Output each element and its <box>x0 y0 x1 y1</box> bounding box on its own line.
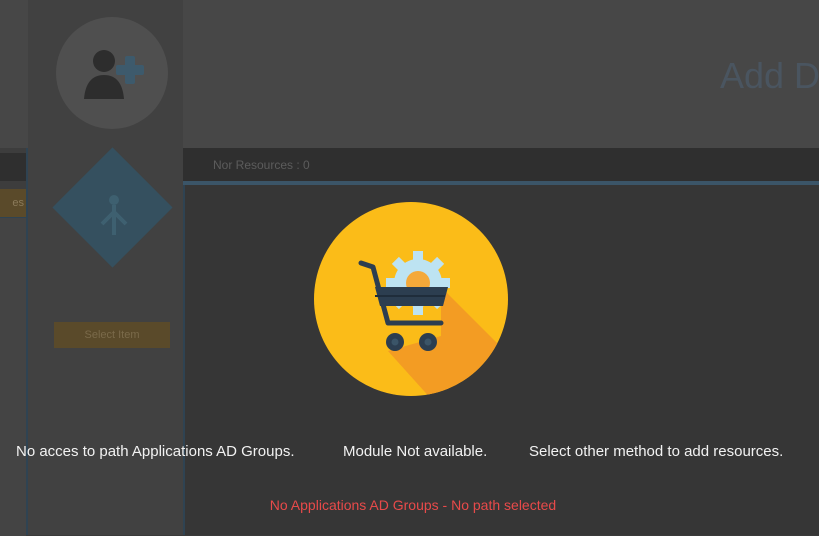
page-title: Add D <box>720 55 819 96</box>
strip-tab[interactable]: es <box>0 189 26 217</box>
strip-list <box>0 217 26 536</box>
add-user-icon <box>84 50 144 99</box>
error-message: No Applications AD Groups - No path sele… <box>269 497 557 513</box>
unavailable-message: No acces to path Applications AD Groups.… <box>0 443 819 463</box>
add-user-avatar[interactable] <box>56 17 168 129</box>
shopping-cart-gear-icon <box>314 202 508 396</box>
module-unavailable-message: Module Not available. <box>343 443 488 460</box>
strip-header <box>0 153 26 181</box>
ad-group-glyph-icon <box>100 195 128 235</box>
resources-count: Nor Resources : 0 <box>213 158 310 172</box>
resources-bar: Nor Resources : 0 <box>183 148 819 185</box>
select-item-button[interactable]: Select Item <box>54 322 170 348</box>
no-access-message: No acces to path Applications AD Groups. <box>16 443 295 460</box>
select-other-method-message: Select other method to add resources. <box>529 443 784 460</box>
left-strip: es <box>0 148 28 536</box>
